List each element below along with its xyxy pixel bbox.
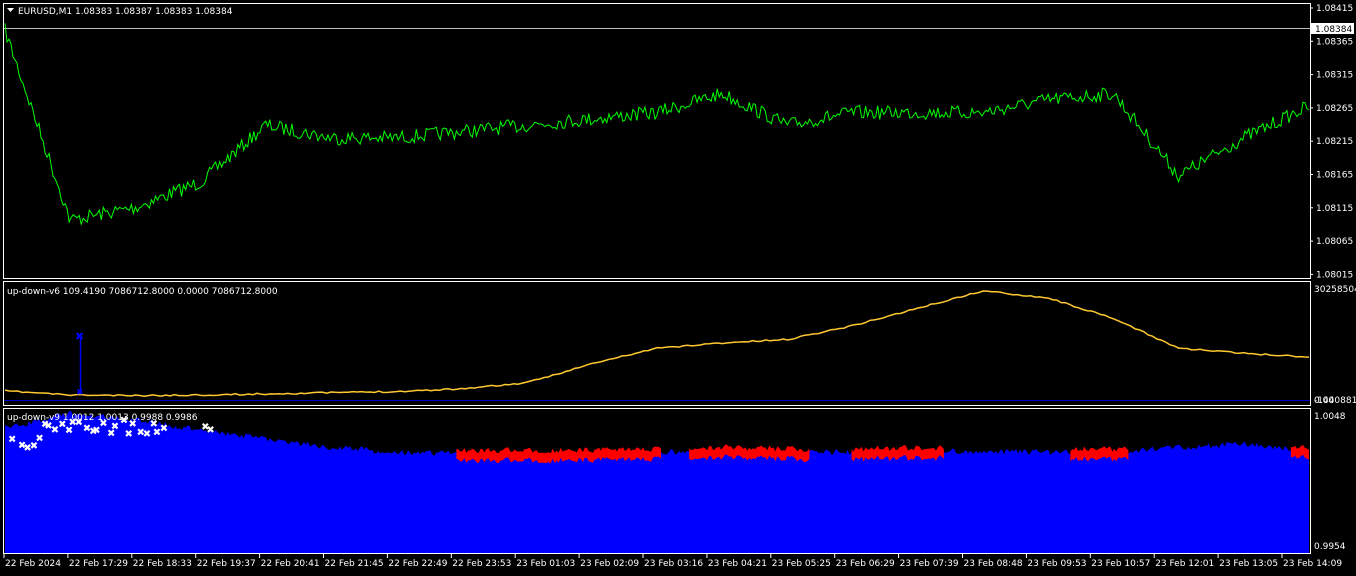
time-tick-label: 23 Feb 12:01 xyxy=(1155,559,1214,569)
price-tick-label: 1.08215 xyxy=(1316,137,1353,147)
price-tick-label: 1.08165 xyxy=(1316,171,1353,181)
time-tick-label: 22 Feb 20:41 xyxy=(261,559,320,569)
price-tag: 1.08384 xyxy=(1315,25,1352,35)
time-tick-label: 23 Feb 01:03 xyxy=(516,559,575,569)
v6-plot xyxy=(4,290,1310,397)
v6-panel-frame xyxy=(3,281,1311,406)
v9-marker-icon: ✖ xyxy=(143,429,151,440)
price-plot xyxy=(4,23,1310,226)
v6-axis-top: 30258504. xyxy=(1314,285,1356,295)
time-axis: 22 Feb 2024 22 Feb 17:29 22 Feb 18:33 22 Fe… xyxy=(3,554,1342,569)
time-tick-label: 23 Feb 06:29 xyxy=(836,559,895,569)
price-tick-label: 1.08115 xyxy=(1316,204,1353,214)
price-tick-label: 1.08315 xyxy=(1316,71,1353,81)
symbol-menu-arrow-icon[interactable] xyxy=(7,8,14,12)
v6-marker-bottom-icon: ✖ xyxy=(76,388,84,398)
price-tick-label: 1.08065 xyxy=(1316,237,1353,247)
price-axis: 1.08415 1.08365 1.08315 1.08265 1.08215 1.081… xyxy=(1310,4,1353,280)
v9-panel-title: up-down-v9 1.0012 1.0013 0.9988 0.9986 xyxy=(7,413,198,423)
v6-series-line xyxy=(4,290,1310,397)
v9-marker-icon: ✖ xyxy=(8,435,16,446)
time-tick-label: 22 Feb 19:37 xyxy=(197,559,256,569)
price-tick-label: 1.08415 xyxy=(1316,4,1353,14)
time-tick-label: 22 Feb 18:33 xyxy=(133,559,192,569)
v9-marker-icon: ✖ xyxy=(125,429,133,440)
v6-marker-top-icon: ✖ xyxy=(75,330,84,343)
price-tick-label: 1.08265 xyxy=(1316,104,1353,114)
main-panel-title: EURUSD,M1 1.08383 1.08387 1.08383 1.0838… xyxy=(18,7,233,17)
v9-marker-icon: ✖ xyxy=(206,425,214,436)
time-tick-label: 23 Feb 04:21 xyxy=(708,559,767,569)
price-series-line xyxy=(4,23,1310,226)
time-tick-label: 22 Feb 2024 xyxy=(5,559,61,569)
time-tick-label: 22 Feb 17:29 xyxy=(69,559,128,569)
v6-panel-title: up-down-v6 109.4190 7086712.8000 0.0000 … xyxy=(7,287,278,297)
price-tick-label: 1.08365 xyxy=(1316,37,1353,47)
v9-marker-icon: ✖ xyxy=(111,422,119,433)
time-tick-label: 22 Feb 22:49 xyxy=(388,559,447,569)
main-panel-frame xyxy=(3,3,1311,279)
time-tick-label: 23 Feb 13:05 xyxy=(1219,559,1278,569)
time-tick-label: 23 Feb 09:53 xyxy=(1027,559,1086,569)
time-tick-label: 23 Feb 02:09 xyxy=(580,559,639,569)
v6-axis-zero: 0.00 xyxy=(1314,396,1334,406)
time-tick-label: 23 Feb 05:25 xyxy=(772,559,831,569)
v9-axis-top: 1.0048 xyxy=(1314,412,1346,422)
time-tick-label: 23 Feb 07:39 xyxy=(900,559,959,569)
time-tick-label: 22 Feb 23:53 xyxy=(452,559,511,569)
v9-marker-icon: ✖ xyxy=(35,434,43,445)
time-tick-label: 22 Feb 21:45 xyxy=(325,559,384,569)
v9-marker-icon: ✖ xyxy=(160,423,168,434)
time-tick-label: 23 Feb 10:57 xyxy=(1091,559,1150,569)
time-tick-label: 23 Feb 14:09 xyxy=(1283,559,1342,569)
price-tick-label: 1.08015 xyxy=(1316,270,1353,280)
v9-plot: ✖✖✖✖✖✖✖✖✖✖✖✖✖✖✖✖✖✖✖✖✖✖✖✖✖✖ ✖✖ xyxy=(5,411,1309,553)
time-tick-label: 23 Feb 03:16 xyxy=(644,559,703,569)
v9-axis-bottom: 0.9954 xyxy=(1314,542,1346,552)
time-tick-label: 23 Feb 08:48 xyxy=(964,559,1023,569)
trading-chart: EURUSD,M1 1.08383 1.08387 1.08383 1.0838… xyxy=(3,3,1356,569)
